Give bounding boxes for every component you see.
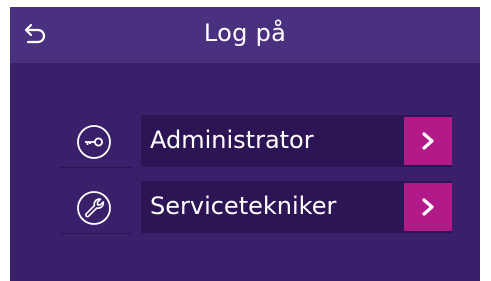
servicetekniker-button[interactable]: Servicetekniker <box>141 181 452 233</box>
servicetekniker-label: Servicetekniker <box>150 192 337 220</box>
chevron-right-icon <box>422 198 434 216</box>
chevron-right-icon <box>422 132 434 150</box>
option-row-servicetekniker: Servicetekniker <box>10 181 480 234</box>
back-arrow-icon <box>24 23 46 44</box>
wrench-icon-badge <box>76 190 112 226</box>
option-row-administrator: Administrator <box>10 115 480 168</box>
back-button[interactable] <box>22 20 52 50</box>
chevron-button[interactable] <box>404 117 452 165</box>
administrator-label: Administrator <box>150 126 314 154</box>
page-title: Log på <box>203 19 287 47</box>
key-icon-badge <box>76 124 112 160</box>
wrench-icon <box>77 191 111 225</box>
login-screen: Log på Administrator Servicetekniker <box>10 7 480 281</box>
key-icon <box>77 125 111 159</box>
header-bar: Log på <box>10 7 480 63</box>
row-divider <box>60 167 132 168</box>
administrator-button[interactable]: Administrator <box>141 115 452 167</box>
row-divider <box>60 233 132 234</box>
chevron-button[interactable] <box>404 183 452 231</box>
